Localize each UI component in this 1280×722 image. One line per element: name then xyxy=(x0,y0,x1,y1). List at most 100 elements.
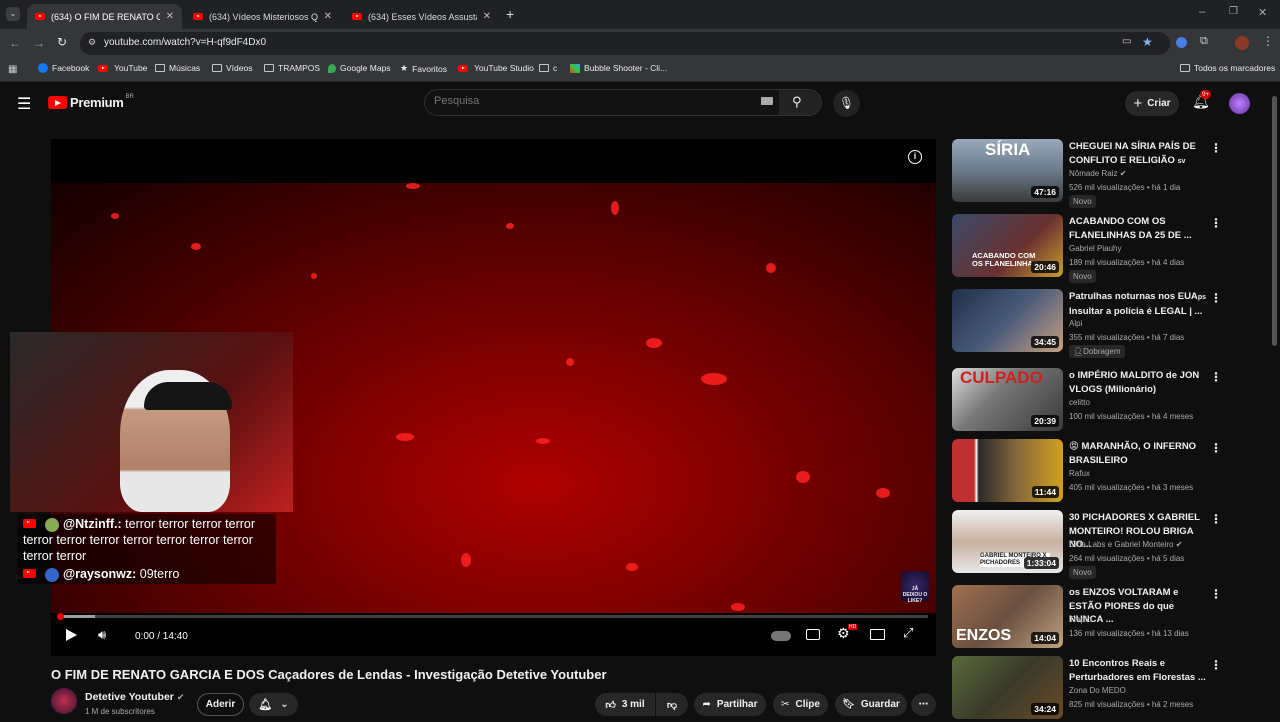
fullscreen-icon[interactable]: ⤢ xyxy=(903,625,913,641)
voice-search-button[interactable]: 🎙 xyxy=(833,90,860,117)
like-button[interactable]: 👍︎ 3 mil xyxy=(595,693,655,716)
related-video-item[interactable]: CULPADO 20:39 o IMPÉRIO MALDITO de JON V… xyxy=(952,368,1222,434)
bookmark-trampos[interactable]: TRAMPOS xyxy=(264,63,320,73)
bookmark-label: YouTube xyxy=(114,63,148,73)
more-options-icon[interactable]: ⋮ xyxy=(1210,587,1222,601)
close-tab-icon[interactable]: ✕ xyxy=(324,11,332,22)
bookmark-youtube[interactable]: YouTube xyxy=(98,63,147,73)
search-button[interactable]: ⚲ xyxy=(779,90,821,115)
bookmark-favoritos[interactable]: ★ Favoritos xyxy=(400,63,447,74)
progress-scrubber-handle[interactable] xyxy=(57,613,64,620)
video-thumbnail[interactable]: 34:24 xyxy=(952,656,1063,719)
video-thumbnail[interactable]: 34:45 xyxy=(952,289,1063,352)
related-video-item[interactable]: 34:24 10 Encontros Reais e Perturbadores… xyxy=(952,656,1222,722)
apps-grid-icon[interactable]: ▦ xyxy=(8,64,17,75)
related-video-item[interactable]: GABRIEL MONTEIRO X PICHADORES 1:33:04 30… xyxy=(952,510,1222,579)
related-video-item[interactable]: 34:45 Patrulhas noturnas nos EUAps Insul… xyxy=(952,289,1222,358)
search-box[interactable]: ⚲ xyxy=(424,89,822,116)
maximize-icon[interactable]: ❐ xyxy=(1229,6,1238,17)
close-window-icon[interactable]: ✕ xyxy=(1258,6,1267,19)
browser-tab-2[interactable]: (634) Vídeos Misteriosos Que I ✕ xyxy=(185,4,340,29)
channel-name[interactable]: Nômade Raiz ✔ xyxy=(1069,169,1126,178)
channel-name[interactable]: Gida Labs e Gabriel Monteiro ✔ xyxy=(1069,540,1182,549)
close-tab-icon[interactable]: ✕ xyxy=(483,11,491,22)
volume-icon[interactable]: 🔊︎ xyxy=(98,627,106,643)
info-icon[interactable]: i xyxy=(908,150,922,164)
create-button[interactable]: + Criar xyxy=(1125,91,1179,116)
close-tab-icon[interactable]: ✕ xyxy=(166,11,174,22)
more-options-icon[interactable]: ⋮ xyxy=(1210,441,1222,455)
bookmark-bubble-shooter[interactable]: Bubble Shooter - Cli... xyxy=(570,63,667,73)
keyboard-icon[interactable] xyxy=(761,97,773,105)
browser-tab-1[interactable]: (634) O FIM DE RENATO GARCIA ✕ xyxy=(27,4,182,29)
video-thumbnail[interactable]: SÍRIA 47:16 xyxy=(952,139,1063,202)
related-video-item[interactable]: SÍRIA 47:16 CHEGUEI NA SÍRIA PAÍS DE CON… xyxy=(952,139,1222,208)
channel-name[interactable]: Zona Do MEDO xyxy=(1069,686,1126,695)
more-actions-button[interactable]: ⋯ xyxy=(911,693,936,716)
reload-icon[interactable]: ↻ xyxy=(57,35,67,49)
page-scrollbar[interactable] xyxy=(1272,96,1277,346)
clip-button[interactable]: ✂ Clipe xyxy=(773,693,828,716)
more-options-icon[interactable]: ⋮ xyxy=(1210,658,1222,672)
bookmark-musicas[interactable]: Músicas xyxy=(155,63,200,73)
share-button[interactable]: ➦ Partilhar xyxy=(694,693,766,716)
bookmark-youtube-studio[interactable]: YouTube Studio xyxy=(458,63,534,73)
browser-tab-3[interactable]: (634) Esses Vídeos Assustadore ✕ xyxy=(344,4,499,29)
related-video-item[interactable]: 11:44 😡 MARANHÃO, O INFERNO BRASILEIRO R… xyxy=(952,439,1222,505)
cast-icon[interactable]: ▭ xyxy=(1122,36,1131,47)
back-icon[interactable]: ← xyxy=(9,36,21,50)
minimize-icon[interactable]: – xyxy=(1199,6,1205,18)
omnibox[interactable]: ⚙ youtube.com/watch?v=H-qf9dF4Dx0 ▭ ★ xyxy=(80,32,1170,55)
more-options-icon[interactable]: ⋮ xyxy=(1210,291,1222,305)
hamburger-menu-icon[interactable]: ☰ xyxy=(17,94,31,114)
channel-name[interactable]: celitto xyxy=(1069,398,1090,407)
bookmark-c[interactable]: c xyxy=(539,63,557,73)
new-tab-icon[interactable]: + xyxy=(506,6,514,22)
video-thumbnail[interactable]: CULPADO 20:39 xyxy=(952,368,1063,431)
video-duration: 11:44 xyxy=(1031,486,1059,498)
youtube-logo[interactable]: Premium BR xyxy=(48,94,134,110)
bookmark-google-maps[interactable]: Google Maps xyxy=(328,63,391,73)
watermark-caption: JÁ DEIXOU O LIKE? xyxy=(902,586,928,604)
related-video-item[interactable]: ACABANDO COM OS FLANELINHAS 20:46 ACABAN… xyxy=(952,214,1222,283)
more-options-icon[interactable]: ⋮ xyxy=(1210,370,1222,384)
channel-name[interactable]: Rafux xyxy=(1069,469,1090,478)
channel-avatar[interactable] xyxy=(51,688,77,714)
bookmark-facebook[interactable]: Facebook xyxy=(38,63,89,73)
extension-icon[interactable] xyxy=(1176,37,1187,48)
all-bookmarks[interactable]: Todos os marcadores xyxy=(1180,63,1275,73)
more-options-icon[interactable]: ⋮ xyxy=(1210,141,1222,155)
play-icon[interactable] xyxy=(66,629,77,641)
search-input[interactable] xyxy=(434,95,744,107)
extensions-puzzle-icon[interactable]: ⧉ xyxy=(1200,35,1208,48)
video-thumbnail[interactable]: 11:44 xyxy=(952,439,1063,502)
channel-name[interactable]: Alpi xyxy=(1069,319,1082,328)
video-thumbnail[interactable]: GABRIEL MONTEIRO X PICHADORES 1:33:04 xyxy=(952,510,1063,573)
autoplay-toggle[interactable] xyxy=(771,631,791,641)
subscribed-notifications-button[interactable]: 🔔︎ ⌄ xyxy=(249,693,298,716)
account-avatar[interactable] xyxy=(1229,93,1250,114)
forward-icon[interactable]: → xyxy=(33,36,45,50)
profile-avatar[interactable] xyxy=(1235,36,1249,50)
menu-kebab-icon[interactable]: ⋮ xyxy=(1262,34,1274,48)
join-button[interactable]: Aderir xyxy=(197,693,244,716)
channel-name[interactable]: Trapio xyxy=(1069,615,1091,624)
video-thumbnail[interactable]: ENZOS 14:04 xyxy=(952,585,1063,648)
save-button[interactable]: 🔖︎ Guardar xyxy=(835,693,907,716)
theater-mode-icon[interactable] xyxy=(870,629,885,640)
youtube-play-icon xyxy=(48,96,67,109)
more-options-icon[interactable]: ⋮ xyxy=(1210,216,1222,230)
dislike-button[interactable]: 👎︎ xyxy=(656,693,688,716)
channel-name[interactable]: Detetive Youtuber ✔ xyxy=(85,691,184,703)
site-info-icon[interactable]: ⚙ xyxy=(88,37,96,48)
more-options-icon[interactable]: ⋮ xyxy=(1210,512,1222,526)
related-video-item[interactable]: ENZOS 14:04 os ENZOS VOLTARAM e ESTÃO PI… xyxy=(952,585,1222,651)
notifications-button[interactable]: 🔔︎ 9+ xyxy=(1192,90,1212,111)
bookmark-videos[interactable]: Vídeos xyxy=(212,63,252,73)
subtitles-icon[interactable] xyxy=(806,629,820,640)
channel-name[interactable]: Gabriel Piauhy xyxy=(1069,244,1121,253)
bookmark-star-icon[interactable]: ★ xyxy=(1142,35,1153,49)
progress-bar-track[interactable] xyxy=(57,613,928,620)
tab-list-icon[interactable]: ⌄ xyxy=(6,7,20,21)
video-thumbnail[interactable]: ACABANDO COM OS FLANELINHAS 20:46 xyxy=(952,214,1063,277)
